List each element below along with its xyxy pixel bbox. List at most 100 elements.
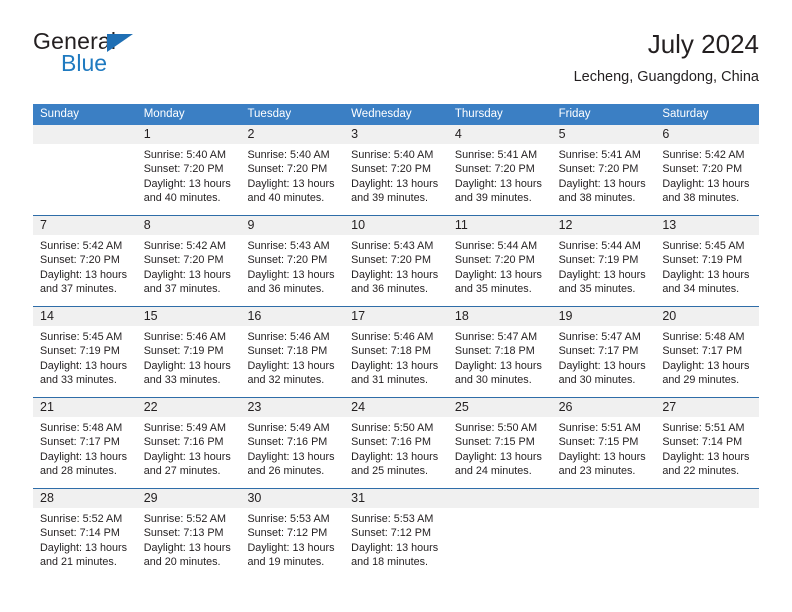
- day-number[interactable]: 30: [240, 489, 344, 508]
- day-cell: Sunrise: 5:53 AM Sunset: 7:12 PM Dayligh…: [344, 508, 448, 579]
- daylight-text-line1: Daylight: 13 hours: [247, 177, 335, 190]
- calendar-week-row: 21 22 23 24 25 26 27 Sunrise: 5:48 AM Su…: [33, 397, 759, 488]
- day-number[interactable]: 3: [344, 125, 448, 144]
- day-cell: Sunrise: 5:45 AM Sunset: 7:19 PM Dayligh…: [655, 235, 759, 306]
- week-detail-row: Sunrise: 5:52 AM Sunset: 7:14 PM Dayligh…: [33, 508, 759, 579]
- day-number[interactable]: [448, 489, 552, 508]
- daylight-text-line1: Daylight: 13 hours: [143, 450, 231, 463]
- day-number[interactable]: 29: [137, 489, 241, 508]
- day-number[interactable]: 9: [240, 216, 344, 235]
- day-cell: [448, 508, 552, 579]
- day-number[interactable]: 28: [33, 489, 137, 508]
- daylight-text-line1: Daylight: 13 hours: [454, 177, 542, 190]
- weekday-header-monday: Monday: [143, 108, 185, 120]
- day-number[interactable]: 13: [655, 216, 759, 235]
- sunrise-text: Sunrise: 5:40 AM: [351, 149, 434, 161]
- day-number[interactable]: 10: [344, 216, 448, 235]
- day-number[interactable]: 25: [448, 398, 552, 417]
- sunset-text: Sunset: 7:20 PM: [40, 254, 120, 267]
- daylight-text-line2: and 34 minutes.: [662, 283, 740, 296]
- daylight-text-line2: and 19 minutes.: [247, 556, 325, 569]
- daylight-text-line1: Daylight: 13 hours: [40, 268, 128, 281]
- sunset-text: Sunset: 7:18 PM: [454, 345, 535, 358]
- day-number[interactable]: 6: [655, 125, 759, 144]
- sunset-text: Sunset: 7:20 PM: [247, 254, 328, 267]
- day-number[interactable]: 16: [240, 307, 344, 326]
- sunrise-text: Sunrise: 5:51 AM: [558, 422, 641, 434]
- day-number[interactable]: 12: [552, 216, 656, 235]
- day-number[interactable]: [33, 125, 137, 144]
- daylight-text-line1: Daylight: 13 hours: [662, 450, 750, 463]
- sunset-text: Sunset: 7:12 PM: [247, 527, 328, 540]
- sunrise-text: Sunrise: 5:42 AM: [662, 149, 745, 161]
- day-number[interactable]: 8: [137, 216, 241, 235]
- day-number[interactable]: 27: [655, 398, 759, 417]
- daylight-text-line1: Daylight: 13 hours: [558, 177, 646, 190]
- sunset-text: Sunset: 7:15 PM: [558, 436, 639, 449]
- day-cell: Sunrise: 5:52 AM Sunset: 7:14 PM Dayligh…: [33, 508, 137, 579]
- day-number[interactable]: 5: [552, 125, 656, 144]
- sunrise-text: Sunrise: 5:46 AM: [143, 331, 226, 343]
- week-daynumber-row: 7 8 9 10 11 12 13: [33, 216, 759, 235]
- day-number[interactable]: 2: [240, 125, 344, 144]
- sunset-text: Sunset: 7:20 PM: [351, 163, 431, 176]
- daylight-text-line1: Daylight: 13 hours: [351, 541, 439, 554]
- sunrise-text: Sunrise: 5:40 AM: [247, 149, 330, 161]
- day-number[interactable]: 14: [33, 307, 137, 326]
- general-blue-logo: General Blue: [33, 28, 233, 86]
- sunset-text: Sunset: 7:15 PM: [454, 436, 535, 449]
- day-cell: Sunrise: 5:47 AM Sunset: 7:18 PM Dayligh…: [448, 326, 552, 397]
- day-number[interactable]: 18: [448, 307, 552, 326]
- day-number[interactable]: 22: [137, 398, 241, 417]
- weekday-header-sunday: Sunday: [40, 108, 80, 120]
- sunrise-text: Sunrise: 5:52 AM: [40, 513, 123, 525]
- title-block: July 2024 Lecheng, Guangdong, China: [574, 28, 759, 87]
- sunset-text: Sunset: 7:17 PM: [662, 345, 743, 358]
- day-cell: Sunrise: 5:51 AM Sunset: 7:14 PM Dayligh…: [655, 417, 759, 488]
- sunset-text: Sunset: 7:16 PM: [351, 436, 431, 449]
- day-number[interactable]: 7: [33, 216, 137, 235]
- sunrise-text: Sunrise: 5:53 AM: [351, 513, 434, 525]
- sunset-text: Sunset: 7:20 PM: [143, 254, 224, 267]
- day-number[interactable]: 26: [552, 398, 656, 417]
- day-number[interactable]: 31: [344, 489, 448, 508]
- daylight-text-line2: and 32 minutes.: [247, 374, 325, 387]
- day-number[interactable]: [655, 489, 759, 508]
- sunset-text: Sunset: 7:20 PM: [351, 254, 431, 267]
- page-subtitle-location: Lecheng, Guangdong, China: [573, 69, 759, 85]
- day-number[interactable]: 11: [448, 216, 552, 235]
- daylight-text-line1: Daylight: 13 hours: [351, 177, 439, 190]
- daylight-text-line2: and 30 minutes.: [558, 374, 636, 387]
- day-cell: Sunrise: 5:46 AM Sunset: 7:18 PM Dayligh…: [240, 326, 344, 397]
- sunrise-text: Sunrise: 5:51 AM: [662, 422, 745, 434]
- daylight-text-line2: and 31 minutes.: [351, 374, 428, 387]
- day-number[interactable]: 19: [552, 307, 656, 326]
- day-number[interactable]: 1: [137, 125, 241, 144]
- day-number[interactable]: 24: [344, 398, 448, 417]
- day-cell: Sunrise: 5:50 AM Sunset: 7:15 PM Dayligh…: [448, 417, 552, 488]
- page-header: General Blue July 2024 Lecheng, Guangdon…: [33, 28, 759, 90]
- day-cell: Sunrise: 5:45 AM Sunset: 7:19 PM Dayligh…: [33, 326, 137, 397]
- day-number[interactable]: 20: [655, 307, 759, 326]
- sunrise-text: Sunrise: 5:40 AM: [143, 149, 226, 161]
- sunset-text: Sunset: 7:19 PM: [40, 345, 120, 358]
- day-cell: [552, 508, 656, 579]
- daylight-text-line1: Daylight: 13 hours: [40, 359, 128, 372]
- day-number[interactable]: 21: [33, 398, 137, 417]
- day-number[interactable]: 17: [344, 307, 448, 326]
- sunset-text: Sunset: 7:14 PM: [40, 527, 120, 540]
- sunrise-text: Sunrise: 5:42 AM: [40, 240, 123, 252]
- sunrise-text: Sunrise: 5:44 AM: [558, 240, 641, 252]
- day-number[interactable]: 4: [448, 125, 552, 144]
- daylight-text-line1: Daylight: 13 hours: [662, 268, 750, 281]
- weekday-header-thursday: Thursday: [454, 108, 503, 120]
- daylight-text-line2: and 37 minutes.: [143, 283, 221, 296]
- day-number[interactable]: [552, 489, 656, 508]
- day-number[interactable]: 23: [240, 398, 344, 417]
- day-number[interactable]: 15: [137, 307, 241, 326]
- daylight-text-line2: and 40 minutes.: [143, 192, 221, 205]
- week-detail-row: Sunrise: 5:40 AM Sunset: 7:20 PM Dayligh…: [33, 144, 759, 215]
- day-cell: Sunrise: 5:42 AM Sunset: 7:20 PM Dayligh…: [137, 235, 241, 306]
- day-cell: [655, 508, 759, 579]
- weekday-header-saturday: Saturday: [662, 108, 709, 120]
